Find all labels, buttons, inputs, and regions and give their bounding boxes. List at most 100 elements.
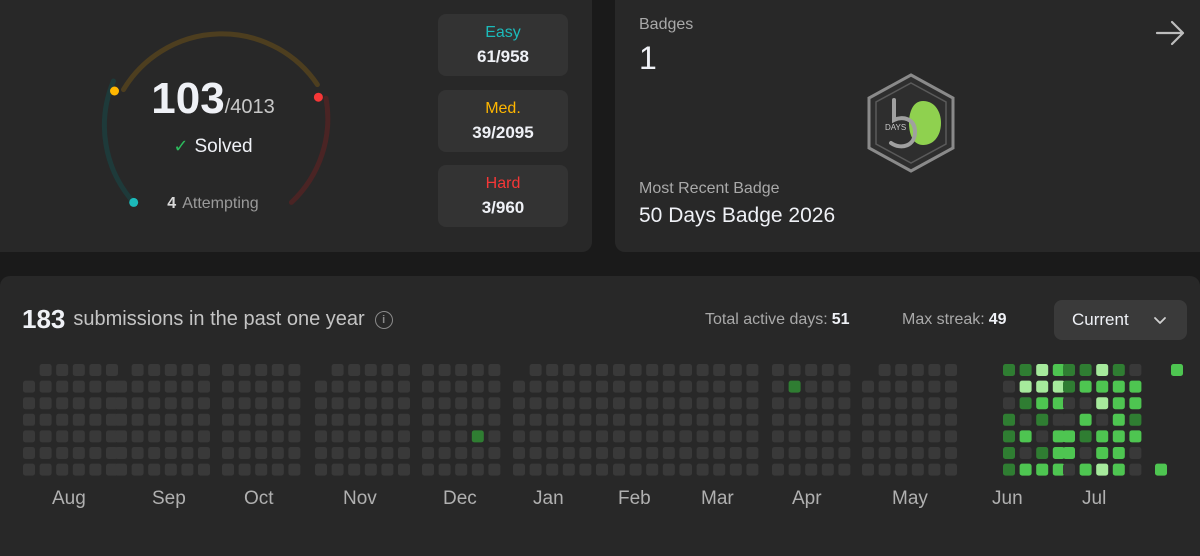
heatmap-day-cell[interactable] <box>788 430 801 443</box>
heatmap-day-cell[interactable] <box>945 413 957 426</box>
heatmap-day-cell[interactable] <box>288 397 301 410</box>
heatmap-day-cell[interactable] <box>364 430 377 443</box>
heatmap-day-cell[interactable] <box>488 430 501 443</box>
heatmap-day-cell[interactable] <box>1112 380 1125 393</box>
heatmap-day-cell[interactable] <box>1079 413 1092 426</box>
heatmap-day-cell[interactable] <box>288 380 301 393</box>
heatmap-day-cell[interactable] <box>364 380 377 393</box>
easy-stat[interactable]: Easy 61/958 <box>438 14 568 76</box>
heatmap-day-cell[interactable] <box>562 447 575 459</box>
heatmap-day-cell[interactable] <box>562 430 575 443</box>
heatmap-day-cell[interactable] <box>729 380 742 393</box>
heatmap-day-cell[interactable] <box>381 447 394 459</box>
heatmap-day-cell[interactable] <box>471 463 484 476</box>
heatmap-day-cell[interactable] <box>629 413 642 426</box>
heatmap-day-cell[interactable] <box>821 413 834 426</box>
heatmap-day-cell[interactable] <box>1003 463 1015 476</box>
heatmap-day-cell[interactable] <box>911 397 924 410</box>
heatmap-day-cell[interactable] <box>455 380 468 393</box>
heatmap-day-cell[interactable] <box>1096 364 1109 376</box>
heatmap-day-cell[interactable] <box>596 413 608 426</box>
heatmap-day-cell[interactable] <box>680 397 692 410</box>
heatmap-day-cell[interactable] <box>148 463 161 476</box>
heatmap-day-cell[interactable] <box>1112 430 1125 443</box>
heatmap-day-cell[interactable] <box>89 397 102 410</box>
heatmap-day-cell[interactable] <box>862 430 874 443</box>
heatmap-day-cell[interactable] <box>513 413 525 426</box>
heatmap-day-cell[interactable] <box>271 447 284 459</box>
heatmap-day-cell[interactable] <box>911 463 924 476</box>
heatmap-day-cell[interactable] <box>56 380 69 393</box>
heatmap-day-cell[interactable] <box>596 397 608 410</box>
heatmap-day-cell[interactable] <box>838 364 851 376</box>
heatmap-day-cell[interactable] <box>862 397 874 410</box>
heatmap-day-cell[interactable] <box>181 430 194 443</box>
heatmap-day-cell[interactable] <box>89 430 102 443</box>
heatmap-day-cell[interactable] <box>348 397 361 410</box>
heatmap-day-cell[interactable] <box>713 380 726 393</box>
heatmap-day-cell[interactable] <box>381 397 394 410</box>
heatmap-day-cell[interactable] <box>1096 413 1109 426</box>
heatmap-day-cell[interactable] <box>878 463 891 476</box>
heatmap-day-cell[interactable] <box>238 447 251 459</box>
heatmap-day-cell[interactable] <box>613 380 625 393</box>
heatmap-day-cell[interactable] <box>398 447 410 459</box>
heatmap-day-cell[interactable] <box>115 463 127 476</box>
heatmap-day-cell[interactable] <box>488 397 501 410</box>
heatmap-day-cell[interactable] <box>148 397 161 410</box>
heatmap-day-cell[interactable] <box>438 463 451 476</box>
heatmap-day-cell[interactable] <box>613 364 625 376</box>
heatmap-day-cell[interactable] <box>348 447 361 459</box>
heatmap-day-cell[interactable] <box>1112 413 1125 426</box>
heatmap-day-cell[interactable] <box>1003 397 1015 410</box>
heatmap-day-cell[interactable] <box>562 364 575 376</box>
heatmap-day-cell[interactable] <box>1019 430 1032 443</box>
heatmap-day-cell[interactable] <box>1112 397 1125 410</box>
heatmap-day-cell[interactable] <box>455 364 468 376</box>
heatmap-day-cell[interactable] <box>1019 397 1032 410</box>
heatmap-day-cell[interactable] <box>222 413 234 426</box>
heatmap-day-cell[interactable] <box>1036 397 1049 410</box>
heatmap-day-cell[interactable] <box>455 413 468 426</box>
heatmap-day-cell[interactable] <box>198 397 210 410</box>
heatmap-day-cell[interactable] <box>56 447 69 459</box>
heatmap-day-cell[interactable] <box>562 413 575 426</box>
heatmap-day-cell[interactable] <box>398 364 410 376</box>
heatmap-day-cell[interactable] <box>529 430 542 443</box>
heatmap-day-cell[interactable] <box>1079 397 1092 410</box>
heatmap-day-cell[interactable] <box>164 463 177 476</box>
heatmap-day-cell[interactable] <box>56 413 69 426</box>
heatmap-day-cell[interactable] <box>713 397 726 410</box>
heatmap-day-cell[interactable] <box>331 364 344 376</box>
heatmap-day-cell[interactable] <box>422 397 434 410</box>
heatmap-day-cell[interactable] <box>746 463 759 476</box>
heatmap-day-cell[interactable] <box>911 413 924 426</box>
heatmap-day-cell[interactable] <box>629 447 642 459</box>
heatmap-day-cell[interactable] <box>181 413 194 426</box>
heatmap-day-cell[interactable] <box>696 380 709 393</box>
heatmap-day-cell[interactable] <box>348 364 361 376</box>
heatmap-day-cell[interactable] <box>579 413 592 426</box>
heatmap-day-cell[interactable] <box>331 413 344 426</box>
heatmap-day-cell[interactable] <box>1079 364 1092 376</box>
heatmap-day-cell[interactable] <box>1112 447 1125 459</box>
heatmap-day-cell[interactable] <box>613 447 625 459</box>
heatmap-day-cell[interactable] <box>928 380 941 393</box>
heatmap-day-cell[interactable] <box>662 430 675 443</box>
heatmap-day-cell[interactable] <box>928 463 941 476</box>
heatmap-day-cell[interactable] <box>222 430 234 443</box>
heatmap-day-cell[interactable] <box>271 364 284 376</box>
heatmap-day-cell[interactable] <box>1129 364 1142 376</box>
heatmap-day-cell[interactable] <box>164 380 177 393</box>
heatmap-day-cell[interactable] <box>72 447 85 459</box>
heatmap-day-cell[interactable] <box>1063 364 1075 376</box>
heatmap-day-cell[interactable] <box>729 463 742 476</box>
heatmap-day-cell[interactable] <box>729 447 742 459</box>
heatmap-day-cell[interactable] <box>255 380 268 393</box>
heatmap-day-cell[interactable] <box>56 397 69 410</box>
heatmap-day-cell[interactable] <box>629 364 642 376</box>
heatmap-day-cell[interactable] <box>546 430 559 443</box>
heatmap-day-cell[interactable] <box>181 380 194 393</box>
badge-50-days-image[interactable]: DAYS <box>863 72 959 174</box>
heatmap-day-cell[interactable] <box>1063 380 1075 393</box>
